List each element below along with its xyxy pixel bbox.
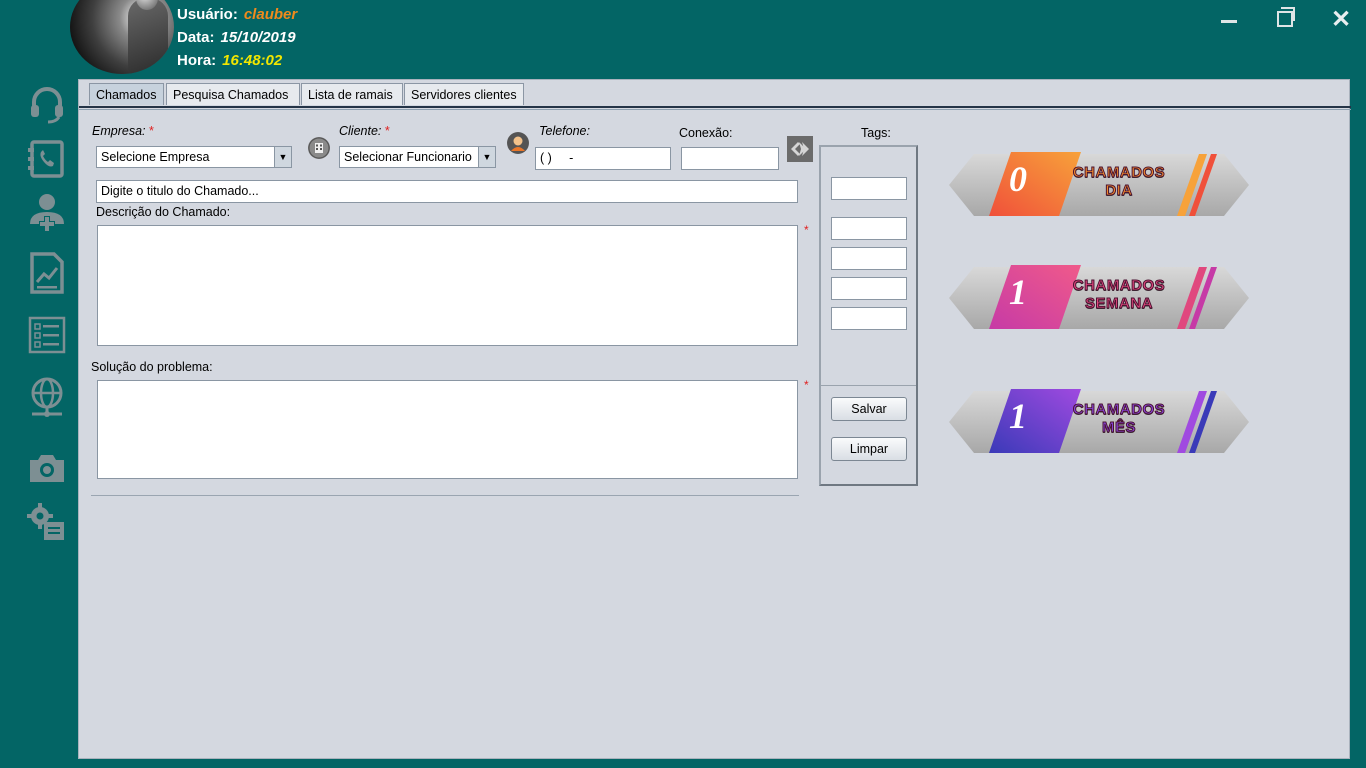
date-info: Data: 15/10/2019 xyxy=(177,29,296,46)
sidebar-phonebook[interactable] xyxy=(26,138,68,180)
stat-period: DIA xyxy=(1105,182,1133,200)
cliente-label-group: Cliente: * xyxy=(339,124,389,138)
telefone-input[interactable]: ( ) - xyxy=(535,147,671,170)
settings-gear-icon xyxy=(27,503,64,540)
connect-arrow-icon xyxy=(791,142,809,156)
solucao-label: Solução do problema: xyxy=(91,360,213,374)
time-value: 16:48:02 xyxy=(222,52,283,69)
required-mark: * xyxy=(384,124,390,138)
descricao-textarea[interactable] xyxy=(97,225,798,346)
conexao-label: Conexão: xyxy=(679,126,733,140)
tags-label: Tags: xyxy=(861,126,891,140)
chevron-down-icon[interactable]: ▼ xyxy=(478,147,495,167)
titulo-input[interactable]: Digite o titulo do Chamado... xyxy=(96,180,798,203)
person-icon xyxy=(507,132,529,154)
stat-badge-mes: 1 CHAMADOS MÊS xyxy=(949,387,1249,453)
sidebar-headset[interactable] xyxy=(26,84,68,126)
stat-title: CHAMADOS xyxy=(1072,401,1166,419)
stat-badge-semana: 1 CHAMADOS SEMANA xyxy=(949,263,1249,329)
telefone-label: Telefone: xyxy=(539,124,590,138)
tag-input-1[interactable] xyxy=(831,177,907,200)
conexao-input[interactable] xyxy=(681,147,779,170)
sidebar-settings[interactable] xyxy=(26,502,68,544)
save-button[interactable]: Salvar xyxy=(831,397,907,421)
tag-input-2[interactable] xyxy=(831,217,907,240)
report-chart-icon xyxy=(30,252,64,294)
stat-title: CHAMADOS xyxy=(1072,277,1166,295)
stat-period: SEMANA xyxy=(1084,295,1153,313)
date-label: Data: xyxy=(177,29,215,46)
main-panel: Chamados Pesquisa Chamados Lista de rama… xyxy=(78,79,1351,759)
empresa-label-group: Empresa: * xyxy=(92,124,153,138)
maximize-button[interactable] xyxy=(1270,6,1300,34)
time-label: Hora: xyxy=(177,52,217,69)
required-mark: * xyxy=(804,378,809,392)
add-user-icon xyxy=(30,194,64,232)
avatar-figure xyxy=(128,0,168,74)
close-icon: ✕ xyxy=(1330,6,1352,33)
user-label: Usuário: xyxy=(177,6,238,23)
minimize-button[interactable] xyxy=(1214,6,1244,34)
tag-input-4[interactable] xyxy=(831,277,907,300)
stat-title: CHAMADOS xyxy=(1072,164,1166,182)
date-value: 15/10/2019 xyxy=(220,29,296,46)
tab-pesquisa-chamados[interactable]: Pesquisa Chamados xyxy=(166,83,300,105)
stat-count: 1 xyxy=(1009,396,1027,436)
solucao-textarea[interactable] xyxy=(97,380,798,479)
chevron-down-icon[interactable]: ▼ xyxy=(274,147,291,167)
sidebar-checklist[interactable] xyxy=(26,314,68,356)
cliente-select-value: Selecionar Funcionario xyxy=(344,150,472,164)
minimize-icon xyxy=(1221,19,1237,23)
empresa-label: Empresa: xyxy=(92,124,146,138)
required-mark: * xyxy=(148,124,154,138)
tag-input-3[interactable] xyxy=(831,247,907,270)
cliente-select[interactable]: Selecionar Funcionario ▼ xyxy=(339,146,496,168)
empresa-select[interactable]: Selecione Empresa ▼ xyxy=(96,146,292,168)
close-button[interactable]: ✕ xyxy=(1326,6,1356,34)
sidebar-network[interactable] xyxy=(26,376,68,418)
network-globe-icon xyxy=(31,377,63,417)
sidebar-report[interactable] xyxy=(26,252,68,294)
stat-badge-dia: 0 CHAMADOS DIA xyxy=(949,150,1249,216)
form-divider xyxy=(91,495,799,496)
tag-input-5[interactable] xyxy=(831,307,907,330)
user-avatar xyxy=(70,0,174,74)
phone-book-icon xyxy=(28,140,64,178)
connect-button[interactable] xyxy=(787,136,813,162)
stat-count: 0 xyxy=(1009,159,1027,199)
empresa-select-value: Selecione Empresa xyxy=(101,150,210,164)
descricao-label: Descrição do Chamado: xyxy=(96,205,231,219)
tags-panel: Salvar Limpar xyxy=(819,145,918,486)
tab-chamados[interactable]: Chamados xyxy=(89,83,164,105)
tab-servidores-clientes[interactable]: Servidores clientes xyxy=(404,83,524,105)
cliente-label: Cliente: xyxy=(339,124,382,138)
stat-count: 1 xyxy=(1009,272,1027,312)
building-icon xyxy=(308,137,330,159)
headset-icon xyxy=(31,87,63,124)
time-info: Hora: 16:48:02 xyxy=(177,52,282,69)
cliente-search-button[interactable] xyxy=(507,132,529,154)
sidebar-camera[interactable] xyxy=(26,448,68,490)
tab-divider-light xyxy=(79,109,1351,110)
tab-lista-ramais[interactable]: Lista de ramais xyxy=(301,83,403,105)
maximize-icon xyxy=(1277,7,1295,27)
empresa-search-button[interactable] xyxy=(308,137,330,159)
tags-divider xyxy=(821,385,916,386)
sidebar-add-user[interactable] xyxy=(26,190,68,232)
required-mark: * xyxy=(804,223,809,237)
user-value: clauber xyxy=(243,6,298,23)
user-info: Usuário: clauber xyxy=(177,6,297,23)
camera-icon xyxy=(30,455,64,482)
clear-button[interactable]: Limpar xyxy=(831,437,907,461)
checklist-icon xyxy=(28,316,66,354)
stat-period: MÊS xyxy=(1101,419,1136,437)
tab-divider xyxy=(79,106,1351,108)
